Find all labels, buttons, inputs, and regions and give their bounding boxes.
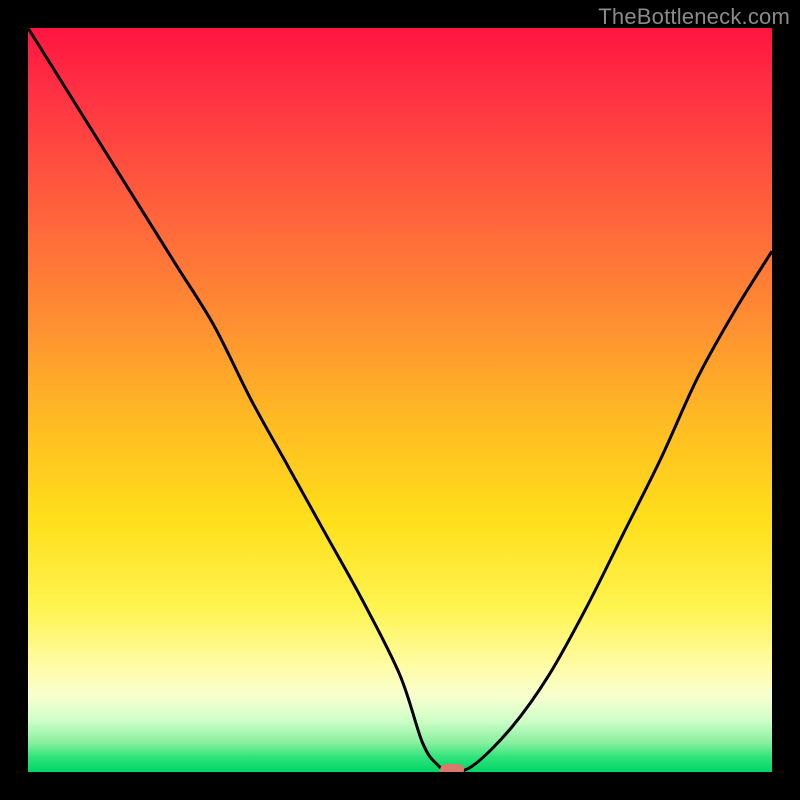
bottleneck-curve	[28, 28, 772, 772]
optimal-point-marker	[440, 764, 464, 772]
chart-frame: TheBottleneck.com	[0, 0, 800, 800]
watermark-text: TheBottleneck.com	[598, 4, 790, 30]
plot-area	[28, 28, 772, 772]
curve-path	[28, 28, 772, 772]
